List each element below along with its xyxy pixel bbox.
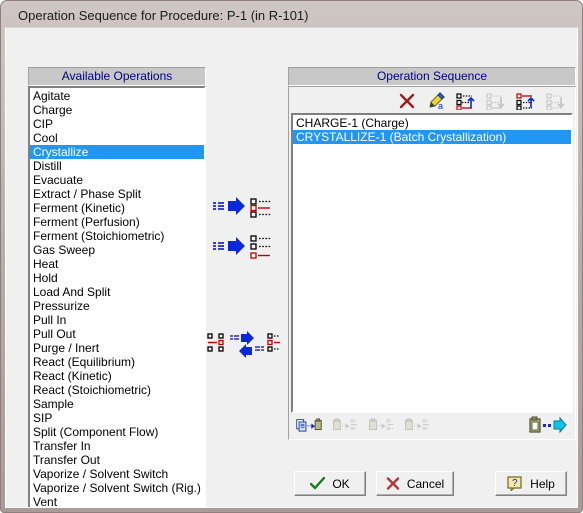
title-bar: Operation Sequence for Procedure: P-1 (i…	[4, 4, 579, 29]
window-title: Operation Sequence for Procedure: P-1 (i…	[18, 8, 309, 23]
move-operation-bottom-button	[543, 89, 571, 113]
paste-insert-below-button	[403, 413, 431, 437]
ok-button[interactable]: OK	[294, 471, 366, 496]
list-item[interactable]: Transfer In	[30, 439, 204, 453]
operation-sequence-header: Operation Sequence	[288, 67, 576, 86]
available-operations-panel: Available Operations Agitate Charge CIP Coo…	[28, 67, 206, 507]
list-item[interactable]: React (Kinetic)	[30, 369, 204, 383]
svg-text:a: a	[438, 101, 443, 110]
close-icon	[386, 477, 400, 490]
list-item[interactable]: SIP	[30, 411, 204, 425]
move-operation-up-button[interactable]	[453, 89, 481, 113]
list-item[interactable]: CRYSTALLIZE-1 (Batch Crystallization)	[293, 130, 571, 144]
list-item[interactable]: Vaporize / Solvent Switch (Rig.)	[30, 481, 204, 495]
list-item[interactable]: Purge / Inert	[30, 341, 204, 355]
list-item[interactable]: Pull Out	[30, 327, 204, 341]
list-item[interactable]: Distill	[30, 159, 204, 173]
list-item[interactable]: Agitate	[30, 89, 204, 103]
append-operation-button[interactable]	[211, 233, 273, 263]
help-button[interactable]: ? Help	[495, 471, 567, 496]
delete-operation-button[interactable]	[393, 89, 421, 113]
operation-sequence-bottom-toolbar	[291, 413, 573, 437]
list-item[interactable]: React (Stoichiometric)	[30, 383, 204, 397]
add-operation-button[interactable]	[211, 193, 273, 223]
list-item[interactable]: Evacuate	[30, 173, 204, 187]
operation-sequence-toolbar: a	[291, 89, 573, 113]
check-icon	[310, 477, 326, 490]
list-item[interactable]: Ferment (Stoichiometric)	[30, 229, 204, 243]
list-item[interactable]: CIP	[30, 117, 204, 131]
list-item[interactable]: Hold	[30, 271, 204, 285]
list-item[interactable]: Extract / Phase Split	[30, 187, 204, 201]
copy-operation-button[interactable]	[295, 413, 323, 437]
move-operation-top-button[interactable]	[513, 89, 541, 113]
help-icon: ?	[507, 476, 522, 491]
list-item[interactable]: Gas Sweep	[30, 243, 204, 257]
list-item[interactable]: Load And Split	[30, 285, 204, 299]
list-item[interactable]: Vaporize / Solvent Switch	[30, 467, 204, 481]
cancel-button-label: Cancel	[406, 476, 445, 491]
list-item[interactable]: Sample	[30, 397, 204, 411]
help-button-label: Help	[530, 476, 555, 491]
swap-operation-button[interactable]	[206, 328, 282, 358]
list-item[interactable]: Heat	[30, 257, 204, 271]
operation-sequence-panel: Operation Sequence a CHARGE-1 (Charge) C…	[288, 67, 576, 440]
list-item[interactable]: Transfer Out	[30, 453, 204, 467]
list-item[interactable]: Charge	[30, 103, 204, 117]
list-item[interactable]: React (Equilibrium)	[30, 355, 204, 369]
list-item[interactable]: Vent	[30, 495, 204, 507]
rename-operation-button[interactable]: a	[423, 89, 451, 113]
list-item[interactable]: Ferment (Kinetic)	[30, 201, 204, 215]
move-operation-down-button	[483, 89, 511, 113]
list-item[interactable]: Pressurize	[30, 299, 204, 313]
available-operations-list[interactable]: Agitate Charge CIP Cool Crystallize Distill Ev…	[28, 86, 206, 507]
paste-export-button[interactable]	[527, 413, 569, 437]
svg-text:?: ?	[512, 478, 518, 489]
operation-sequence-frame: a CHARGE-1 (Charge) CRYSTALLIZE-1 (Batch…	[288, 86, 576, 440]
paste-insert-above-button	[367, 413, 395, 437]
list-item[interactable]: Split (Component Flow)	[30, 425, 204, 439]
dialog-client-area: Available Operations Agitate Charge CIP Coo…	[5, 27, 578, 508]
operation-sequence-list[interactable]: CHARGE-1 (Charge) CRYSTALLIZE-1 (Batch Cr…	[291, 113, 573, 413]
list-item[interactable]: Cool	[30, 131, 204, 145]
list-item[interactable]: Pull In	[30, 313, 204, 327]
list-item[interactable]: CHARGE-1 (Charge)	[293, 116, 571, 130]
list-item[interactable]: Crystallize	[30, 145, 204, 159]
cancel-button[interactable]: Cancel	[376, 471, 454, 496]
available-operations-header: Available Operations	[28, 67, 206, 86]
list-item[interactable]: Ferment (Perfusion)	[30, 215, 204, 229]
dialog-window: Operation Sequence for Procedure: P-1 (i…	[0, 0, 583, 513]
paste-operation-button[interactable]	[331, 413, 359, 437]
ok-button-label: OK	[332, 476, 350, 491]
